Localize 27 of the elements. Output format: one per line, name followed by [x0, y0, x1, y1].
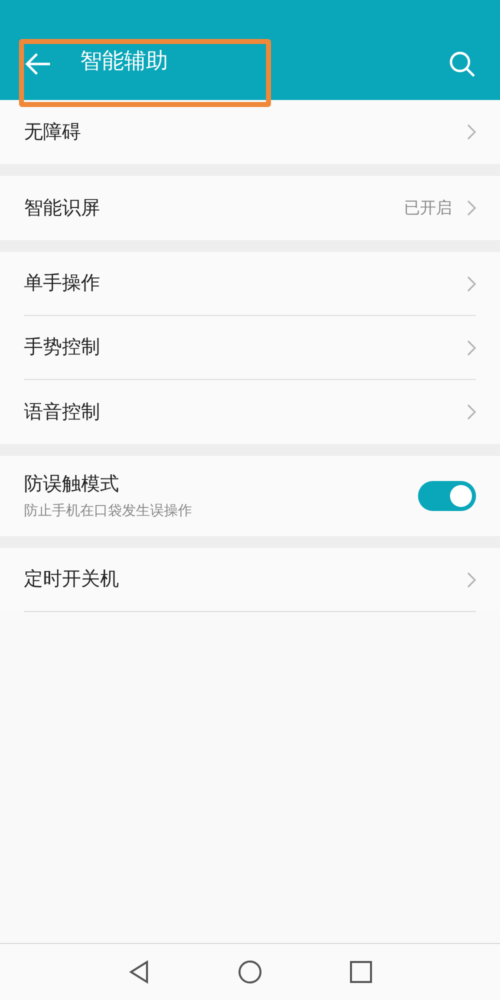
chevron-icon	[466, 404, 476, 420]
toggle-switch[interactable]	[418, 481, 476, 511]
settings-row[interactable]: 无障碍	[24, 100, 476, 164]
row-label: 定时开关机	[24, 567, 119, 592]
search-icon[interactable]	[448, 50, 476, 78]
screen-title: 智能辅助	[80, 48, 168, 76]
recents-square-icon[interactable]	[350, 961, 372, 983]
row-label: 智能识屏	[24, 196, 100, 221]
settings-row[interactable]: 智能识屏 已开启	[24, 176, 476, 240]
settings-row[interactable]: 单手操作	[24, 252, 476, 316]
chevron-icon	[466, 276, 476, 292]
home-circle-icon[interactable]	[238, 960, 262, 984]
back-triangle-icon[interactable]	[128, 960, 150, 984]
row-label: 无障碍	[24, 120, 81, 145]
chevron-icon	[466, 340, 476, 356]
settings-row[interactable]: 手势控制	[24, 316, 476, 380]
chevron-icon	[466, 572, 476, 588]
row-label: 单手操作	[24, 271, 100, 296]
row-label: 防误触模式	[24, 472, 120, 498]
settings-row[interactable]: 语音控制	[24, 380, 476, 444]
row-label: 语音控制	[24, 400, 100, 425]
row-label: 手势控制	[24, 335, 100, 360]
row-description: 防止手机在口袋发生误操作	[24, 502, 192, 521]
settings-row[interactable]: 定时开关机	[24, 548, 476, 612]
chevron-icon	[466, 124, 476, 140]
chevron-icon	[466, 200, 476, 216]
row-value: 已开启	[404, 197, 452, 219]
